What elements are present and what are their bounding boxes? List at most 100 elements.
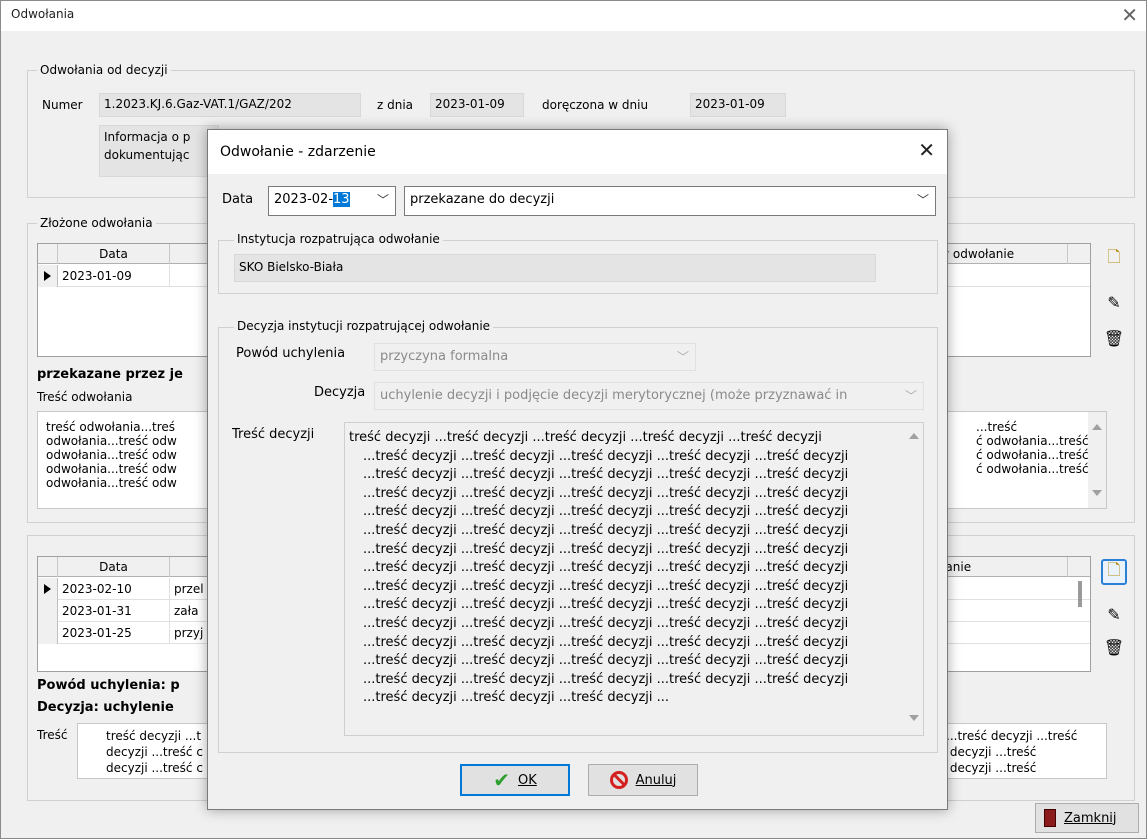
delivered-date-field: 2023-01-09	[690, 93, 786, 117]
content-label: Treść	[37, 728, 68, 742]
decision-content-text: treść decyzji ...treść decyzji ...treść …	[349, 429, 919, 708]
row-indicator	[38, 600, 58, 622]
decision-content-line: ...treść decyzji ...treść decyzji ...tre…	[363, 485, 849, 501]
decision-label-text: Decyzja	[314, 385, 366, 400]
decision-content-line: ...treść decyzji ...treść decyzji ...tre…	[363, 541, 849, 557]
info-line: dokumentując	[104, 148, 190, 162]
chevron-down-icon[interactable]: ﹀	[917, 187, 929, 213]
grid-header-indicator	[38, 557, 58, 577]
decision-content-memo[interactable]: treść decyzji ...treść decyzji ...treść …	[344, 422, 924, 736]
event-dialog: Odwołanie - zdarzenie ✕ Data 2023-02-13 …	[207, 129, 948, 810]
grid-header-last[interactable]: y odwołanie	[938, 244, 1068, 264]
row-date: 2023-01-31	[58, 600, 170, 622]
dialog-close-icon[interactable]: ✕	[918, 138, 935, 162]
cancel-button-label: Anuluj	[635, 772, 677, 788]
close-icon[interactable]: ✕	[1121, 3, 1138, 27]
decision-content-line: ...treść decyzji ...treść decyzji ...tre…	[363, 448, 849, 464]
chevron-down-icon[interactable]: ﹀	[377, 187, 389, 213]
reason-value: przyczyna formalna	[380, 349, 509, 364]
decision-content-line: ...treść decyzji ...treść decyzji ...tre…	[363, 634, 849, 650]
grid-header-date[interactable]: Data	[58, 244, 170, 264]
decision-content-right: ...treść decyzji ...treść decyzji ...tre…	[946, 729, 1078, 775]
grid-header-date[interactable]: Data	[58, 557, 170, 577]
reason-heading: Powód uchylenia: p	[37, 678, 180, 693]
close-button[interactable]: Zamknij	[1035, 803, 1139, 833]
row-date: 2023-02-10	[58, 578, 170, 600]
row-date: 2023-01-25	[58, 622, 170, 644]
grid-header-col[interactable]	[170, 557, 210, 577]
decision-content-line: treść decyzji ...treść decyzji ...treść …	[349, 430, 822, 445]
scroll-up-icon[interactable]	[909, 433, 919, 439]
from-date-label: z dnia	[377, 98, 414, 112]
grid-header-last[interactable]: łanie	[938, 557, 1068, 577]
scroll-up-icon[interactable]	[1092, 424, 1102, 430]
ok-button-label: OK	[518, 772, 537, 788]
grid-scroll-thumb[interactable]	[1078, 581, 1082, 607]
date-picker[interactable]: 2023-02-13 ﹀	[268, 186, 396, 216]
decision-content-line: ...treść decyzji ...treść decyzji ...tre…	[363, 467, 849, 483]
decision-group-label: Odwołania od decyzji	[37, 63, 171, 77]
chevron-down-icon: ﹀	[676, 350, 689, 364]
cancel-icon	[609, 771, 628, 789]
decision-institution-label: Decyzja instytucji rozpatrującej odwołan…	[234, 319, 494, 333]
decision-select: uchylenie decyzji i podjęcie decyzji mer…	[374, 382, 924, 410]
grid-header-col[interactable]	[170, 244, 210, 264]
decision-content-line: ...treść decyzji ...treść decyzji ...tre…	[363, 560, 849, 576]
window-title: Odwołania	[11, 7, 75, 21]
reason-label: Powód uchylenia	[236, 346, 346, 361]
decision-scrollbar[interactable]	[905, 423, 923, 735]
event-type-value: przekazane do decyzji	[410, 192, 555, 207]
row-indicator	[38, 622, 58, 644]
new-document-icon[interactable]: 🗋	[1101, 559, 1127, 585]
row-indicator	[38, 578, 58, 600]
appeal-content-right: ...treść ć odwołania...treść ć odwołania…	[976, 420, 1089, 476]
institution-group-label: Instytucja rozpatrująca odwołanie	[234, 232, 443, 246]
door-icon	[1044, 809, 1056, 827]
decision-value: uchylenie decyzji i podjęcie decyzji mer…	[380, 388, 848, 403]
decision-content-line: ...treść decyzji ...treść decyzji ...tre…	[363, 578, 849, 594]
checkmark-icon: ✔	[493, 768, 510, 792]
decision-content-line: ...treść decyzji ...treść decyzji ...tre…	[363, 615, 849, 631]
forwarded-heading: przekazane przez je	[37, 367, 183, 382]
cancel-button[interactable]: Anuluj	[588, 764, 698, 796]
decision-content-line: ...treść decyzji ...treść decyzji ...tre…	[363, 504, 849, 520]
close-button-label: Zamknij	[1064, 810, 1117, 826]
title-bar: Odwołania ✕	[1, 1, 1146, 31]
scroll-down-icon[interactable]	[909, 715, 919, 721]
date-label: Data	[222, 192, 254, 207]
decision-content-label: Treść decyzji	[232, 427, 315, 442]
number-field: 1.2023.KJ.6.Gaz-VAT.1/GAZ/202	[99, 93, 361, 117]
edit-document-icon[interactable]: ✎	[1101, 289, 1127, 315]
current-row-arrow-icon	[44, 271, 51, 281]
dialog-title: Odwołanie - zdarzenie	[220, 144, 376, 160]
institution-field: SKO Bielsko-Biała	[234, 254, 876, 282]
date-selected-day: 13	[333, 192, 350, 207]
ok-button[interactable]: ✔ OK	[460, 764, 570, 796]
trash-icon[interactable]: 🗑	[1101, 634, 1127, 660]
reason-select: przyczyna formalna ﹀	[374, 343, 696, 371]
decision-content-line: ...treść decyzji ...treść decyzji ...tre…	[363, 690, 670, 706]
scroll-down-icon[interactable]	[1092, 490, 1102, 496]
row-desc: przel	[170, 578, 210, 600]
row-desc: zała	[170, 600, 210, 622]
decision-content-line: ...treść decyzji ...treść decyzji ...tre…	[363, 597, 849, 613]
row-desc: przyj	[170, 622, 210, 644]
decision-heading: Decyzja: uchylenie	[37, 700, 174, 715]
info-line: Informacja o p	[104, 130, 191, 144]
decision-content-line: ...treść decyzji ...treść decyzji ...tre…	[363, 653, 849, 669]
delivered-label: doręczona w dniu	[542, 98, 649, 112]
decision-content-line: ...treść decyzji ...treść decyzji ...tre…	[363, 522, 849, 538]
appeal-content-label: Treść odwołania	[37, 390, 133, 404]
edit-document-icon[interactable]: ✎	[1101, 601, 1127, 627]
row-indicator	[38, 265, 58, 287]
info-field: Informacja o p dokumentując	[99, 125, 219, 177]
dialog-title-bar: Odwołanie - zdarzenie ✕	[208, 130, 947, 174]
appeal-scrollbar[interactable]	[1088, 412, 1106, 508]
from-date-field: 2023-01-09	[430, 93, 524, 117]
trash-icon[interactable]: 🗑	[1101, 325, 1127, 351]
new-document-icon[interactable]: 🗋	[1101, 246, 1127, 272]
chevron-down-icon: ﹀	[900, 383, 917, 409]
current-row-arrow-icon	[44, 584, 51, 594]
event-type-select[interactable]: przekazane do decyzji ﹀	[404, 186, 936, 216]
filed-appeals-label: Złożone odwołania	[37, 216, 156, 230]
